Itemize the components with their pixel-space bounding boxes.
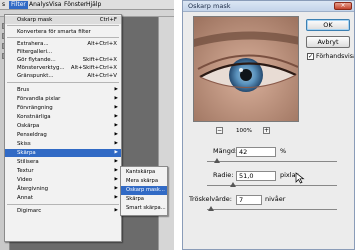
radius-slider-thumb[interactable] [230,182,236,187]
radius-slider-track[interactable] [207,185,337,186]
menu-item-stilisera[interactable]: Stilisera ▶ [5,158,121,166]
submenu-arrow-icon: ▶ [114,208,118,213]
threshold-slider-thumb[interactable] [207,206,214,211]
menu-item-textur[interactable]: Textur ▶ [5,167,121,175]
plus-icon: + [264,127,270,134]
menu-separator [7,204,119,205]
menu-item-digimarc[interactable]: Digimarc ▶ [5,207,121,215]
amount-label: Mängd: [213,147,238,155]
submenu-arrow-icon: ▶ [114,132,118,137]
menu-item-oskarpa[interactable]: Oskärpa ▶ [5,122,121,130]
ok-button[interactable]: OK [306,19,350,31]
submenu-arrow-icon: ▶ [114,168,118,173]
menu-item-s[interactable]: s [0,1,7,9]
menu-item-video[interactable]: Video ▶ [5,176,121,184]
submenu-item-smart-skarpa[interactable]: Smart skärpa... [121,204,167,213]
threshold-slider-track[interactable] [207,209,337,210]
menu-item-last-filter[interactable]: Oskarp mask Ctrl+F [5,16,121,24]
zoom-in-button[interactable]: + [263,127,270,134]
menu-item-konstnarliga[interactable]: Konstnärliga ▶ [5,113,121,121]
submenu-arrow-icon: ▶ [114,150,118,155]
radius-label: Radie: [213,171,234,179]
amount-unit: % [280,147,287,155]
skarpa-submenu: Kantskärpa Mera skärpa Oskarp mask... Sk… [120,166,168,216]
menu-item-filter[interactable]: Filter [9,1,28,9]
threshold-label: Tröskelvärde: [189,195,232,203]
minus-icon: − [217,127,223,134]
zoom-out-button[interactable]: − [216,127,223,134]
close-button[interactable]: × [334,2,352,10]
submenu-arrow-icon: ▶ [114,159,118,164]
preview-image[interactable] [193,16,299,122]
menu-separator [7,82,119,83]
threshold-input[interactable]: 7 [236,195,262,205]
mouse-cursor-icon [295,172,305,184]
submenu-arrow-icon: ▶ [114,96,118,101]
menu-item-convert-smart-filters[interactable]: Konvertera för smarta filter [5,28,121,36]
menu-item-monsterverktyg[interactable]: Mönsterverktyg... Alt+Skift+Ctrl+X [5,64,121,72]
submenu-arrow-icon: ▶ [114,186,118,191]
preview-checkbox[interactable]: ✓ [307,53,314,60]
submenu-arrow-icon: ▶ [114,105,118,110]
filter-menu: Oskarp mask Ctrl+F Konvertera för smarta … [4,14,122,242]
zoom-level: 100% [236,128,252,134]
cancel-button[interactable]: Avbryt [306,36,350,48]
dialog-titlebar[interactable]: Oskarp mask × [183,1,354,12]
menu-item-hjalp[interactable]: Hjälp [84,1,103,9]
radius-input[interactable]: 51,0 [236,171,276,181]
submenu-arrow-icon: ▶ [114,123,118,128]
threshold-unit: nivåer [265,195,286,203]
menu-item-skarpa[interactable]: Skärpa ▶ [5,149,121,157]
menu-item-extrahera[interactable]: Extrahera... Alt+Ctrl+X [5,40,121,48]
menu-separator [7,25,119,26]
menu-separator [7,37,119,38]
submenu-item-oskarp-mask[interactable]: Oskarp mask... [121,186,167,195]
unsharp-mask-dialog: Oskarp mask × OK Avbryt ✓ Förhandsvisa −… [182,0,355,250]
submenu-arrow-icon: ▶ [114,141,118,146]
submenu-arrow-icon: ▶ [114,114,118,119]
dialog-title: Oskarp mask [188,2,231,10]
menu-item-granspunkt[interactable]: Gränspunkt... Alt+Ctrl+V [5,72,121,80]
image-divider [174,0,182,250]
eye-photo [194,17,298,121]
amount-slider-track[interactable] [207,161,337,162]
menu-item-visa[interactable]: Visa [47,1,63,9]
photoshop-window: s Filter Analys Visa Fönster Hjälp Oskar… [0,0,174,250]
menu-item-brus[interactable]: Brus ▶ [5,86,121,94]
menu-item-gor-flytande[interactable]: Gör flytande... Skift+Ctrl+X [5,56,121,64]
menu-bar: s Filter Analys Visa Fönster Hjälp [0,0,174,10]
menu-item-skiss[interactable]: Skiss ▶ [5,140,121,148]
close-icon: × [340,2,346,9]
submenu-arrow-icon: ▶ [114,177,118,182]
menu-item-atergivning[interactable]: Återgivning ▶ [5,185,121,193]
menu-item-forvandla-pixlar[interactable]: Förvandla pixlar ▶ [5,95,121,103]
amount-slider-thumb[interactable] [214,158,221,163]
submenu-item-skarpa[interactable]: Skärpa [121,195,167,204]
submenu-item-mera-skarpa[interactable]: Mera skärpa [121,177,167,186]
menu-item-annat[interactable]: Annat ▶ [5,194,121,202]
amount-input[interactable]: 42 [236,147,276,157]
preview-label: Förhandsvisa [316,53,355,60]
menu-item-forvrangning[interactable]: Förvrängning ▶ [5,104,121,112]
submenu-item-kantskarpa[interactable]: Kantskärpa [121,168,167,177]
submenu-arrow-icon: ▶ [114,195,118,200]
checkmark-icon: ✓ [308,53,314,60]
menu-item-filtergalleri[interactable]: Filtergalleri... [5,48,121,56]
menu-item-penseldrag[interactable]: Penseldrag ▶ [5,131,121,139]
submenu-arrow-icon: ▶ [114,87,118,92]
